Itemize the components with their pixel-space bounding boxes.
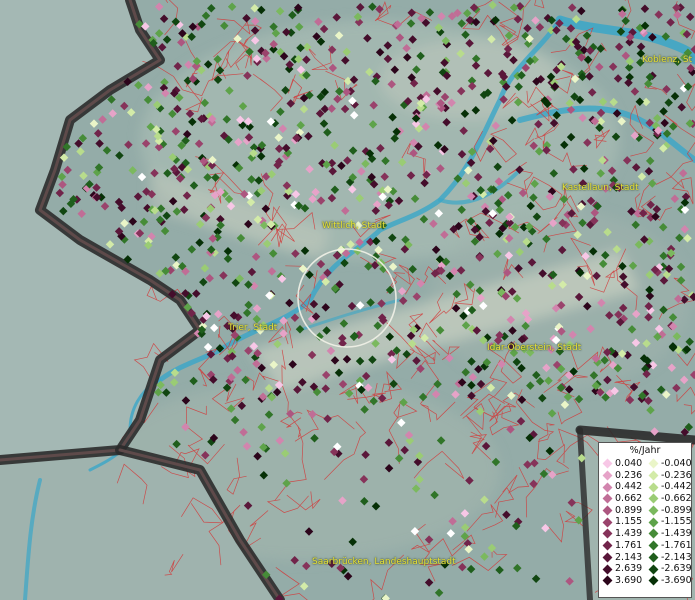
legend-entry-positive: 0.236 [599, 470, 645, 482]
city-label-wittlich: Wittlich, Stadt [322, 221, 386, 231]
legend-value: -0.236 [661, 469, 692, 481]
legend-value: 1.761 [615, 539, 643, 551]
legend-row: 2.639 -2.639 [599, 563, 692, 575]
legend-swatch [602, 529, 613, 539]
legend-value: -3.690 [661, 574, 692, 586]
legend-value: 0.040 [615, 458, 643, 469]
legend-swatch [648, 540, 659, 551]
legend-entry-negative: -1.761 [645, 539, 692, 552]
legend-swatch [648, 552, 659, 563]
legend-entry-positive: 0.662 [599, 493, 645, 505]
legend-value: -1.155 [661, 516, 692, 528]
map-view[interactable]: Koblenz, St Kastellaun, Stadt Wittlich, … [0, 0, 695, 600]
legend-value: 1.155 [615, 516, 643, 528]
legend-value: 0.442 [615, 481, 643, 493]
legend-row: 0.662 -0.662 [599, 493, 692, 505]
legend-row: 2.143 -2.143 [599, 551, 692, 564]
legend-swatch [648, 564, 659, 574]
legend-swatch [602, 552, 613, 563]
legend-entry-positive: 0.899 [599, 505, 645, 517]
legend-value: -1.439 [661, 528, 692, 540]
legend-value: 3.690 [615, 574, 643, 586]
legend-swatch [602, 505, 613, 516]
legend-value: 0.236 [615, 469, 643, 481]
legend-rows: 0.040 -0.040 0.236 -0.236 0.442 -0.442 0.662 -0… [599, 458, 692, 587]
legend-swatch [648, 493, 659, 504]
legend-row: 0.040 -0.040 [599, 458, 692, 470]
legend-swatch [648, 517, 659, 528]
city-label-trier: Trier, Stadt [228, 323, 278, 333]
legend-value: 2.639 [615, 563, 643, 575]
legend-swatch [648, 575, 659, 586]
legend-entry-negative: -0.899 [645, 504, 692, 517]
legend-entry-positive: 2.143 [599, 552, 645, 564]
legend-value: 0.899 [615, 504, 643, 516]
legend-swatch [602, 575, 613, 586]
legend-entry-positive: 1.439 [599, 528, 645, 540]
legend-swatch [602, 540, 613, 551]
legend-entry-positive: 0.040 [599, 458, 645, 470]
legend-value: 0.662 [615, 493, 643, 505]
legend-title: %/Jahr [629, 445, 661, 456]
legend-value: -1.761 [661, 539, 692, 551]
legend-entry-negative: -3.690 [645, 574, 692, 587]
legend-swatch [602, 458, 613, 469]
legend-entry-negative: -1.155 [645, 516, 692, 528]
legend-value: -0.040 [661, 458, 692, 469]
legend-entry-positive: 1.155 [599, 516, 645, 528]
map-canvas [0, 0, 695, 600]
legend-swatch [602, 482, 613, 493]
legend-entry-negative: -0.040 [645, 458, 692, 470]
legend-entry-positive: 3.690 [599, 575, 645, 587]
legend-entry-negative: -2.639 [645, 563, 692, 575]
city-label-koblenz: Koblenz, St [642, 55, 693, 65]
legend-entry-negative: -1.439 [645, 528, 692, 540]
legend-row: 1.439 -1.439 [599, 528, 692, 540]
legend-entry-positive: 1.761 [599, 540, 645, 552]
legend-swatch [602, 517, 613, 528]
legend-swatch [648, 470, 659, 481]
city-label-kastellaun: Kastellaun, Stadt [562, 183, 639, 193]
legend-value: -0.899 [661, 504, 692, 516]
legend-swatch [602, 564, 613, 574]
legend-value: -0.442 [661, 481, 692, 493]
legend-row: 0.442 -0.442 [599, 481, 692, 493]
legend-entry-negative: -2.143 [645, 551, 692, 564]
legend-value: -2.639 [661, 563, 692, 575]
legend-row: 0.899 -0.899 [599, 504, 692, 517]
legend-entry-negative: -0.236 [645, 469, 692, 482]
legend-swatch [648, 482, 659, 493]
legend-value: 2.143 [615, 551, 643, 563]
legend-value: -2.143 [661, 551, 692, 563]
legend-row: 3.690 -3.690 [599, 574, 692, 587]
legend-entry-positive: 2.639 [599, 563, 645, 575]
legend-row: 1.761 -1.761 [599, 539, 692, 552]
legend-swatch [602, 493, 613, 504]
legend-entry-negative: -0.662 [645, 493, 692, 505]
legend-entry-negative: -0.442 [645, 481, 692, 493]
legend-value: -0.662 [661, 493, 692, 505]
legend-entry-positive: 0.442 [599, 481, 645, 493]
city-label-idar-oberstein: Idar-Oberstein, Stadt [487, 343, 582, 353]
legend-row: 0.236 -0.236 [599, 469, 692, 482]
legend-value: 1.439 [615, 528, 643, 540]
legend-panel: %/Jahr 0.040 -0.040 0.236 -0.236 0.442 -0.442… [598, 442, 692, 598]
city-label-saarbruecken: Saarbrücken, Landeshauptstadt [312, 557, 456, 567]
legend-swatch [648, 458, 659, 469]
legend-swatch [602, 470, 613, 481]
legend-row: 1.155 -1.155 [599, 516, 692, 528]
legend-swatch [648, 529, 659, 539]
legend-swatch [648, 505, 659, 516]
